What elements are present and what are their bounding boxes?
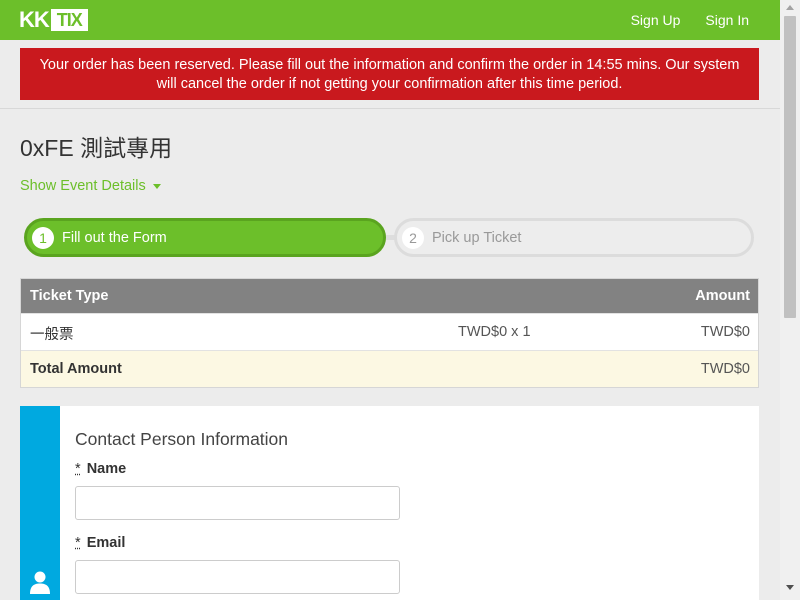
main-content: 0xFE 測試專用 Show Event Details 1 Fill out … xyxy=(0,108,780,600)
scroll-up-arrow-icon[interactable] xyxy=(786,5,794,10)
step-fill-form: 1 Fill out the Form xyxy=(24,218,386,257)
form-side-bar xyxy=(20,406,60,600)
step-number: 1 xyxy=(32,226,54,249)
header-ticket-type: Ticket Type xyxy=(30,288,109,304)
logo-kk: KK xyxy=(19,7,50,32)
logo-tix-box: TIX xyxy=(50,9,88,31)
show-event-details-label: Show Event Details xyxy=(20,178,146,194)
name-input[interactable] xyxy=(75,486,400,520)
name-label: * Name xyxy=(75,461,126,477)
caret-down-icon xyxy=(152,184,161,189)
email-label-text: Email xyxy=(86,535,126,551)
page-title: 0xFE 測試專用 xyxy=(20,135,173,161)
ticket-amount-cell: TWD$0 xyxy=(700,324,750,340)
email-input[interactable] xyxy=(75,560,400,594)
ticket-qty-cell: TWD$0 x 1 xyxy=(458,324,531,340)
scroll-down-arrow-icon[interactable] xyxy=(786,585,794,590)
header-amount: Amount xyxy=(695,288,750,304)
ticket-type-cell: 一般票 xyxy=(30,327,74,343)
nav-links: Sign Up Sign In xyxy=(631,12,749,28)
required-mark: * xyxy=(75,535,81,551)
step-label: Fill out the Form xyxy=(62,229,167,246)
required-mark: * xyxy=(75,461,81,477)
scrollbar-thumb[interactable] xyxy=(784,16,796,318)
step-label: Pick up Ticket xyxy=(432,229,522,246)
table-row: 一般票 TWD$0 x 1 TWD$0 xyxy=(21,313,758,350)
logo-tix: TIX xyxy=(56,10,83,30)
progress-steps: 1 Fill out the Form 2 Pick up Ticket xyxy=(24,218,754,257)
table-header: Ticket Type Amount xyxy=(21,279,758,313)
step-pick-up-ticket: 2 Pick up Ticket xyxy=(394,218,754,257)
sign-in-link[interactable]: Sign In xyxy=(705,12,749,28)
ticket-table: Ticket Type Amount 一般票 TWD$0 x 1 TWD$0 T… xyxy=(20,278,759,388)
contact-form-panel: Contact Person Information * Name * Emai… xyxy=(20,406,759,600)
contact-form-heading: Contact Person Information xyxy=(75,429,289,449)
total-label: Total Amount xyxy=(30,361,122,377)
total-row: Total Amount TWD$0 xyxy=(21,350,758,387)
email-label: * Email xyxy=(75,535,125,551)
name-label-text: Name xyxy=(86,461,127,477)
sign-up-link[interactable]: Sign Up xyxy=(631,12,681,28)
page: KK TIX Sign Up Sign In Your order has be… xyxy=(0,0,780,600)
show-event-details-toggle[interactable]: Show Event Details xyxy=(20,178,161,194)
reservation-alert: Your order has been reserved. Please fil… xyxy=(20,48,759,100)
top-navbar: KK TIX Sign Up Sign In xyxy=(0,0,780,40)
vertical-scrollbar[interactable] xyxy=(780,0,800,600)
step-number: 2 xyxy=(402,226,424,249)
kktix-logo[interactable]: KK TIX xyxy=(19,9,88,31)
total-amount: TWD$0 xyxy=(700,361,750,377)
user-icon xyxy=(30,571,50,600)
